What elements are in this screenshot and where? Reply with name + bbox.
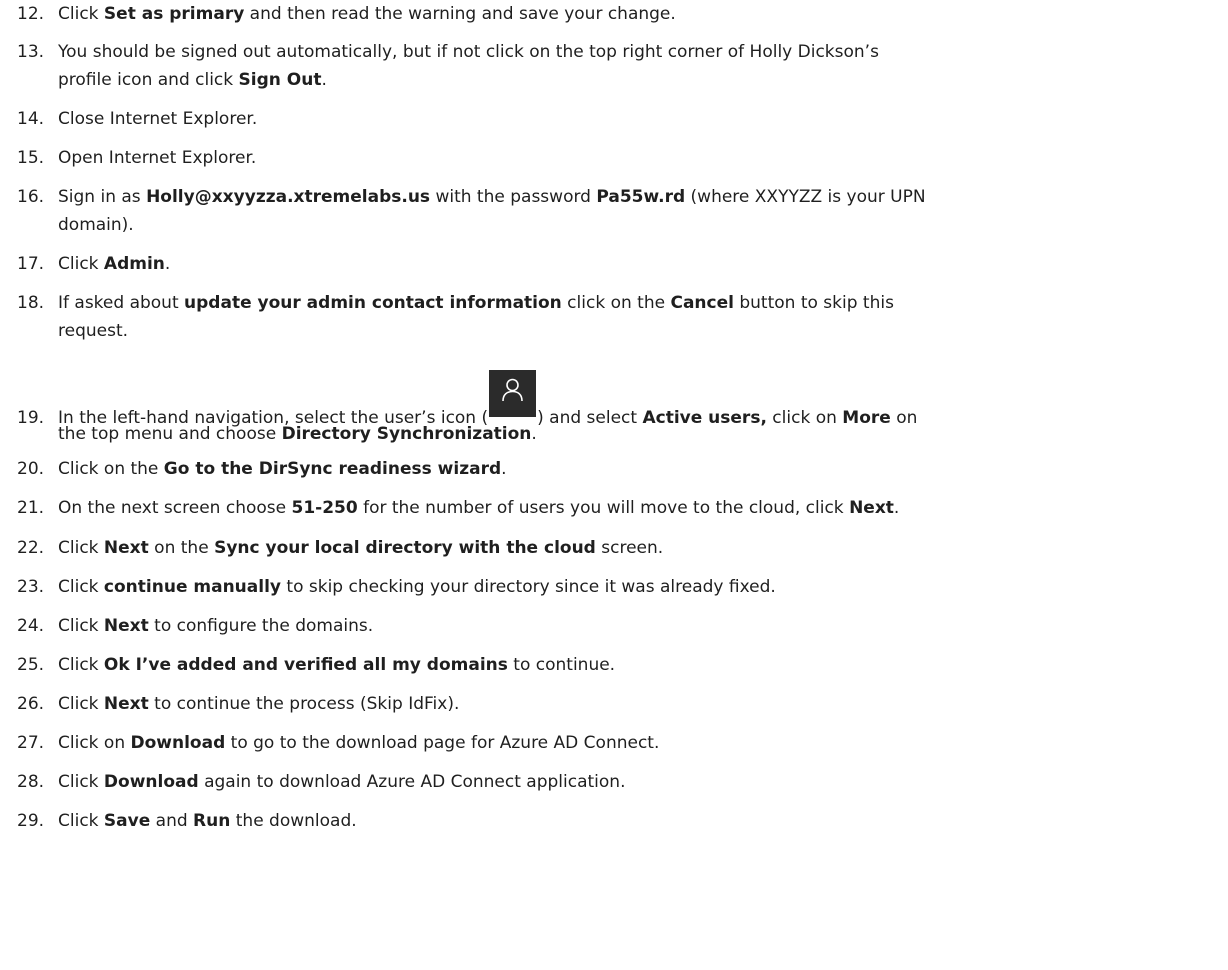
document-page: 12. Click Set as primary and then read th… bbox=[0, 0, 1228, 970]
step-12: 12. Click Set as primary and then read th… bbox=[17, 0, 1222, 28]
step-24: 24. Click Next to configure the domains. bbox=[17, 612, 1222, 640]
step-number: 19. bbox=[17, 408, 45, 428]
bold-term: Pa55w.rd bbox=[596, 187, 686, 207]
step-20: 20. Click on the Go to the DirSync readin… bbox=[17, 455, 1222, 483]
step-25: 25. Click Ok I’ve added and verified all … bbox=[17, 651, 1222, 679]
step-18: 18. If asked about update your admin cont… bbox=[17, 289, 1222, 345]
bold-term: Next bbox=[103, 694, 149, 714]
step-number: 17. bbox=[17, 254, 45, 274]
step-number: 15. bbox=[17, 148, 45, 168]
bold-term: update your admin contact information bbox=[184, 293, 562, 313]
step-number: 20. bbox=[17, 459, 45, 479]
bold-term: Admin bbox=[103, 254, 165, 274]
bold-term: Download bbox=[103, 772, 199, 792]
step-17: 17. Click Admin. bbox=[17, 250, 1222, 278]
step-29: 29. Click Save and Run the download. bbox=[17, 807, 1222, 835]
bold-term: Go to the DirSync readiness wizard bbox=[163, 459, 502, 479]
step-15: 15. Open Internet Explorer. bbox=[17, 144, 1222, 172]
step-number: 13. bbox=[17, 42, 45, 62]
step-number: 16. bbox=[17, 187, 45, 207]
bold-term: Holly@xxyyzza.xtremelabs.us bbox=[146, 187, 431, 207]
bold-term: Save bbox=[103, 811, 151, 831]
bold-term: More bbox=[842, 408, 891, 428]
step-number: 28. bbox=[17, 772, 45, 792]
step-13: 13. You should be signed out automaticall… bbox=[17, 38, 1222, 94]
bold-term: 51-250 bbox=[291, 498, 358, 518]
bold-term: Ok I’ve added and verified all my domain… bbox=[103, 655, 508, 675]
step-16: 16. Sign in as Holly@xxyyzza.xtremelabs.u… bbox=[17, 183, 1222, 239]
step-number: 12. bbox=[17, 4, 45, 24]
step-23: 23. Click continue manually to skip check… bbox=[17, 573, 1222, 601]
step-number: 26. bbox=[17, 694, 45, 714]
step-14: 14. Close Internet Explorer. bbox=[17, 105, 1222, 133]
bold-term: Download bbox=[130, 733, 226, 753]
bold-term: Sign Out bbox=[238, 70, 322, 90]
step-27: 27. Click on Download to go to the downlo… bbox=[17, 729, 1222, 757]
step-number: 18. bbox=[17, 293, 45, 313]
bold-term: Run bbox=[193, 811, 231, 831]
user-icon-glyph bbox=[502, 378, 523, 402]
bold-term: Next bbox=[103, 538, 149, 558]
bold-term: Set as primary bbox=[103, 4, 245, 24]
step-19: 19. In the left-hand navigation, select t… bbox=[17, 370, 1222, 448]
step-22: 22. Click Next on the Sync your local dir… bbox=[17, 534, 1222, 562]
bold-term: continue manually bbox=[103, 577, 281, 597]
step-21: 21. On the next screen choose 51-250 for … bbox=[17, 494, 1222, 522]
step-26: 26. Click Next to continue the process (S… bbox=[17, 690, 1222, 718]
step-number: 29. bbox=[17, 811, 45, 831]
bold-term: Active users, bbox=[642, 408, 767, 428]
bold-term: Directory Synchronization bbox=[281, 424, 532, 444]
bold-term: Sync your local directory with the cloud bbox=[214, 538, 596, 558]
bold-term: Next bbox=[103, 616, 149, 636]
step-number: 21. bbox=[17, 498, 45, 518]
step-number: 14. bbox=[17, 109, 45, 129]
bold-term: Next bbox=[849, 498, 894, 518]
step-number: 24. bbox=[17, 616, 45, 636]
step-number: 27. bbox=[17, 733, 45, 753]
step-number: 23. bbox=[17, 577, 45, 597]
step-28: 28. Click Download again to download Azur… bbox=[17, 768, 1222, 796]
user-icon bbox=[489, 370, 537, 417]
bold-term: Cancel bbox=[670, 293, 734, 313]
step-number: 22. bbox=[17, 538, 45, 558]
step-number: 25. bbox=[17, 655, 45, 675]
